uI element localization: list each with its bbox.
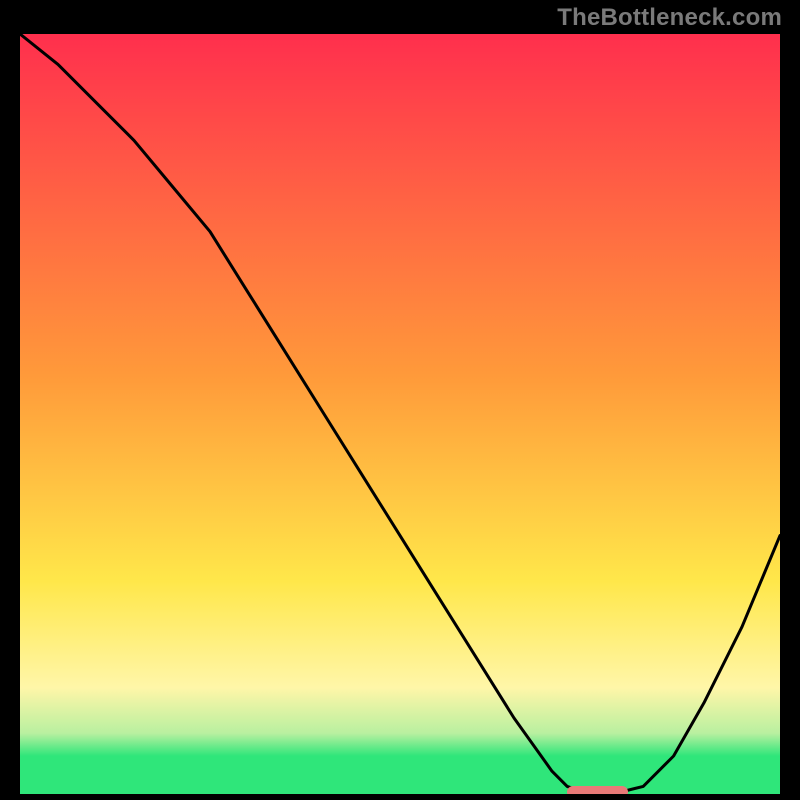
bottleneck-curve	[20, 34, 780, 794]
watermark-text: TheBottleneck.com	[557, 4, 782, 32]
optimal-range-marker	[567, 786, 628, 794]
plot-area	[20, 34, 780, 794]
chart-frame	[16, 30, 784, 798]
